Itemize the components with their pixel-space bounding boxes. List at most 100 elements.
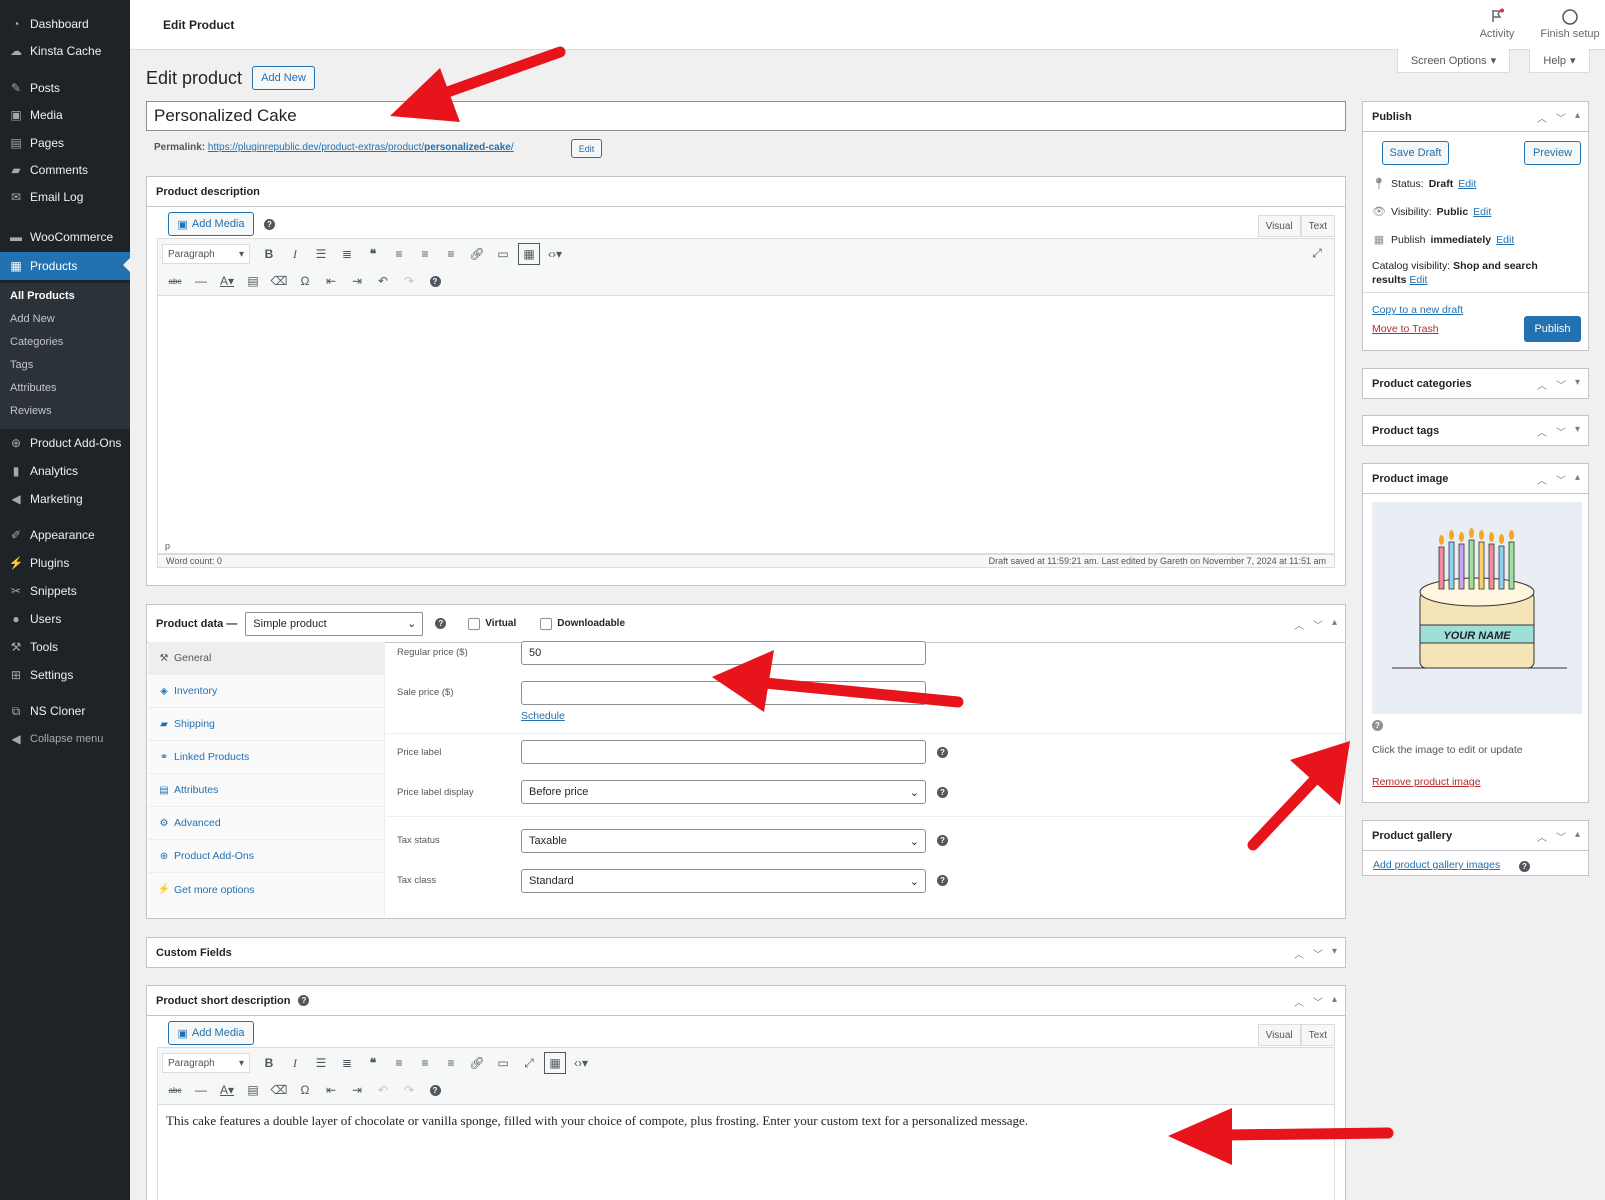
menu-snippets[interactable]: ✂ Snippets <box>0 578 130 604</box>
outdent-icon[interactable]: ⇤ <box>318 270 344 292</box>
menu-woocommerce[interactable]: ▬ WooCommerce <box>0 224 130 250</box>
tab-attributes[interactable]: ▤ Attributes <box>148 774 384 807</box>
tab-general[interactable]: ⚒ General <box>148 642 384 675</box>
align-right-icon[interactable]: ≡ <box>438 1052 464 1074</box>
menu-settings[interactable]: ⊞ Settings <box>0 662 130 688</box>
help-icon[interactable]: ? <box>435 618 447 629</box>
sale-price-input[interactable] <box>521 681 926 705</box>
move-down-icon[interactable]: ﹀ <box>1556 110 1566 125</box>
move-down-icon[interactable]: ﹀ <box>1556 829 1566 844</box>
undo-icon[interactable]: ↶ <box>370 270 396 292</box>
help-icon[interactable]: ? <box>1519 861 1530 872</box>
redo-icon[interactable]: ↷ <box>396 270 422 292</box>
add-new-button[interactable]: Add New <box>252 66 315 90</box>
menu-marketing[interactable]: ◀ Marketing <box>0 486 130 512</box>
toggle-panel-icon[interactable]: ▴ <box>1332 617 1337 632</box>
tab-linked-products[interactable]: ⚭ Linked Products <box>148 741 384 774</box>
price-label-display-select[interactable]: Before price ⌄ <box>521 780 926 804</box>
custom-fields-title[interactable]: Custom Fields <box>147 938 1345 967</box>
edit-publish-date-link[interactable]: Edit <box>1496 234 1514 246</box>
move-up-icon[interactable]: ︿ <box>1537 110 1547 125</box>
align-center-icon[interactable]: ≡ <box>412 1052 438 1074</box>
toolbar-toggle-icon[interactable]: ▦ <box>518 243 540 265</box>
fullscreen-icon[interactable]: ⤢ <box>1304 242 1330 264</box>
bold-icon[interactable]: B <box>256 243 282 265</box>
move-down-icon[interactable]: ﹀ <box>1313 994 1323 1009</box>
link-icon[interactable]: 🔗︎ <box>464 243 490 265</box>
strikethrough-icon[interactable]: abc <box>162 270 188 292</box>
keyboard-shortcuts-icon[interactable]: ? <box>422 1079 448 1101</box>
text-color-icon[interactable]: A▾ <box>214 1079 240 1101</box>
remove-product-image-link[interactable]: Remove product image <box>1372 776 1481 788</box>
menu-comments[interactable]: ▰ Comments <box>0 157 130 183</box>
toggle-panel-icon[interactable]: ▴ <box>1575 110 1580 125</box>
move-up-icon[interactable]: ︿ <box>1537 829 1547 844</box>
blockquote-icon[interactable]: ❝ <box>360 243 386 265</box>
tax-class-select[interactable]: Standard ⌄ <box>521 869 926 893</box>
menu-email-log[interactable]: ✉ Email Log <box>0 184 130 210</box>
menu-posts[interactable]: ✎ Posts <box>0 75 130 101</box>
fullscreen-icon[interactable]: ⤢ <box>516 1052 542 1074</box>
menu-tools[interactable]: ⚒ Tools <box>0 634 130 660</box>
indent-icon[interactable]: ⇥ <box>344 1079 370 1101</box>
move-up-icon[interactable]: ︿ <box>1537 377 1547 392</box>
activity-button[interactable]: Activity <box>1462 8 1532 40</box>
menu-kinsta-cache[interactable]: ☁ Kinsta Cache <box>0 38 130 64</box>
paste-text-icon[interactable]: ▤ <box>240 270 266 292</box>
horizontal-line-icon[interactable]: — <box>188 1079 214 1101</box>
downloadable-checkbox[interactable] <box>540 617 553 630</box>
save-draft-button[interactable]: Save Draft <box>1382 141 1449 165</box>
help-icon[interactable]: ? <box>937 787 948 798</box>
menu-pages[interactable]: ▤ Pages <box>0 130 130 156</box>
regular-price-input[interactable]: 50 <box>521 641 926 665</box>
preview-button[interactable]: Preview <box>1524 141 1581 165</box>
edit-catalog-visibility-link[interactable]: Edit <box>1409 274 1427 286</box>
move-down-icon[interactable]: ﹀ <box>1313 946 1323 961</box>
submenu-add-new[interactable]: Add New <box>10 313 55 325</box>
align-left-icon[interactable]: ≡ <box>386 243 412 265</box>
finish-setup-button[interactable]: Finish setup <box>1530 8 1605 40</box>
tab-visual[interactable]: Visual <box>1257 1024 1301 1046</box>
menu-ns-cloner[interactable]: ⧉ NS Cloner <box>0 698 130 724</box>
link-icon[interactable]: 🔗︎ <box>464 1052 490 1074</box>
move-down-icon[interactable]: ﹀ <box>1556 472 1566 487</box>
menu-collapse[interactable]: ◀ Collapse menu <box>0 726 130 752</box>
clear-formatting-icon[interactable]: ⌫ <box>266 270 292 292</box>
clear-formatting-icon[interactable]: ⌫ <box>266 1079 292 1101</box>
italic-icon[interactable]: I <box>282 1052 308 1074</box>
virtual-checkbox[interactable] <box>468 617 481 630</box>
help-icon[interactable]: ? <box>937 835 948 846</box>
keyboard-shortcuts-icon[interactable]: ? <box>422 270 448 292</box>
toggle-panel-icon[interactable]: ▴ <box>1575 472 1580 487</box>
align-right-icon[interactable]: ≡ <box>438 243 464 265</box>
edit-visibility-link[interactable]: Edit <box>1473 206 1491 218</box>
menu-products[interactable]: ▦ Products <box>0 252 130 280</box>
toggle-panel-icon[interactable]: ▾ <box>1575 424 1580 439</box>
redo-icon[interactable]: ↷ <box>396 1079 422 1101</box>
description-editor[interactable]: p <box>157 296 1335 554</box>
align-center-icon[interactable]: ≡ <box>412 243 438 265</box>
bullet-list-icon[interactable]: ☰ <box>308 243 334 265</box>
move-down-icon[interactable]: ﹀ <box>1556 424 1566 439</box>
submenu-all-products[interactable]: All Products <box>10 290 75 302</box>
numbered-list-icon[interactable]: ≣ <box>334 243 360 265</box>
strikethrough-icon[interactable]: abc <box>162 1079 188 1101</box>
bold-icon[interactable]: B <box>256 1052 282 1074</box>
code-icon[interactable]: ‹›▾ <box>542 243 568 265</box>
move-down-icon[interactable]: ﹀ <box>1313 617 1323 632</box>
code-icon[interactable]: ‹›▾ <box>568 1052 594 1074</box>
menu-dashboard[interactable]: ◔ Dashboard <box>0 11 130 37</box>
permalink-edit-button[interactable]: Edit <box>571 139 602 158</box>
menu-plugins[interactable]: ⚡ Plugins <box>0 550 130 576</box>
align-left-icon[interactable]: ≡ <box>386 1052 412 1074</box>
move-up-icon[interactable]: ︿ <box>1537 424 1547 439</box>
help-icon[interactable]: ? <box>937 875 948 886</box>
toggle-panel-icon[interactable]: ▾ <box>1575 377 1580 392</box>
tab-visual[interactable]: Visual <box>1257 215 1301 237</box>
schedule-link[interactable]: Schedule <box>521 710 565 722</box>
format-select[interactable]: Paragraph ▾ <box>162 244 250 264</box>
outdent-icon[interactable]: ⇤ <box>318 1079 344 1101</box>
submenu-reviews[interactable]: Reviews <box>10 405 52 417</box>
short-description-editor[interactable]: This cake features a double layer of cho… <box>157 1105 1335 1200</box>
submenu-tags[interactable]: Tags <box>10 359 33 371</box>
